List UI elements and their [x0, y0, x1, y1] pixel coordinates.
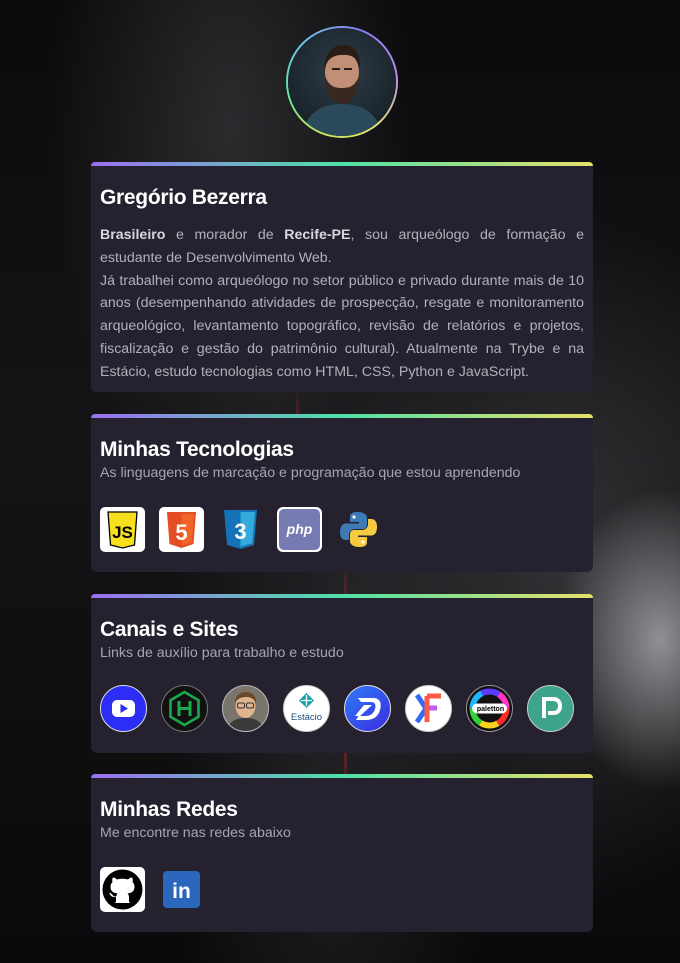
- technologies-subtitle: As linguagens de marcação e programação …: [100, 465, 521, 481]
- svg-text:paletton: paletton: [477, 706, 504, 713]
- channels-card: Canais e Sites Links de auxílio para tra…: [91, 594, 593, 753]
- kaggle-f-icon[interactable]: [405, 685, 452, 732]
- networks-title: Minhas Redes: [100, 798, 238, 821]
- javascript-icon[interactable]: JS: [100, 507, 145, 552]
- bio-text: e morador de: [165, 227, 285, 243]
- bio-paragraph-2: Já trabalhei como arqueólogo no setor pú…: [100, 272, 584, 380]
- technologies-icon-list: JS 5 3 php: [100, 507, 381, 552]
- technologies-title: Minhas Tecnologias: [100, 438, 294, 461]
- css3-icon[interactable]: 3: [218, 507, 263, 552]
- paletton-icon[interactable]: paletton: [466, 685, 513, 732]
- bio-text: Recife-PE: [284, 227, 351, 243]
- hackerrank-icon[interactable]: [161, 685, 208, 732]
- profile-bio: Brasileiro e morador de Recife-PE, sou a…: [100, 224, 584, 384]
- svg-text:in: in: [172, 880, 191, 903]
- html5-icon[interactable]: 5: [159, 507, 204, 552]
- networks-icon-list: in: [100, 867, 200, 912]
- svg-text:Estácio: Estácio: [291, 712, 322, 723]
- pexels-p-icon[interactable]: [527, 685, 574, 732]
- svg-text:JS: JS: [112, 523, 133, 542]
- channels-subtitle: Links de auxílio para trabalho e estudo: [100, 645, 344, 661]
- person-channel-avatar-icon[interactable]: [222, 685, 269, 732]
- php-icon[interactable]: php: [277, 507, 322, 552]
- networks-card: Minhas Redes Me encontre nas redes abaix…: [91, 774, 593, 932]
- channels-title: Canais e Sites: [100, 618, 239, 641]
- youtube-channel-icon[interactable]: [100, 685, 147, 732]
- estacio-icon[interactable]: Estácio: [283, 685, 330, 732]
- bio-paragraph-1: Brasileiro e morador de Recife-PE, sou a…: [100, 224, 584, 270]
- python-icon[interactable]: [336, 507, 381, 552]
- github-icon[interactable]: [100, 867, 145, 912]
- profile-photo: [288, 28, 396, 136]
- svg-text:3: 3: [234, 519, 246, 544]
- profile-name: Gregório Bezerra: [100, 186, 267, 209]
- svg-text:5: 5: [175, 520, 187, 545]
- linkedin-icon[interactable]: in: [163, 871, 200, 908]
- dio-icon[interactable]: [344, 685, 391, 732]
- channels-icon-list: Estácio paletton: [100, 685, 574, 732]
- networks-subtitle: Me encontre nas redes abaixo: [100, 825, 291, 841]
- profile-avatar: [286, 26, 398, 138]
- bio-text: Brasileiro: [100, 227, 166, 243]
- profile-card: Gregório Bezerra Brasileiro e morador de…: [91, 162, 593, 392]
- technologies-card: Minhas Tecnologias As linguagens de marc…: [91, 414, 593, 572]
- svg-text:php: php: [286, 521, 313, 537]
